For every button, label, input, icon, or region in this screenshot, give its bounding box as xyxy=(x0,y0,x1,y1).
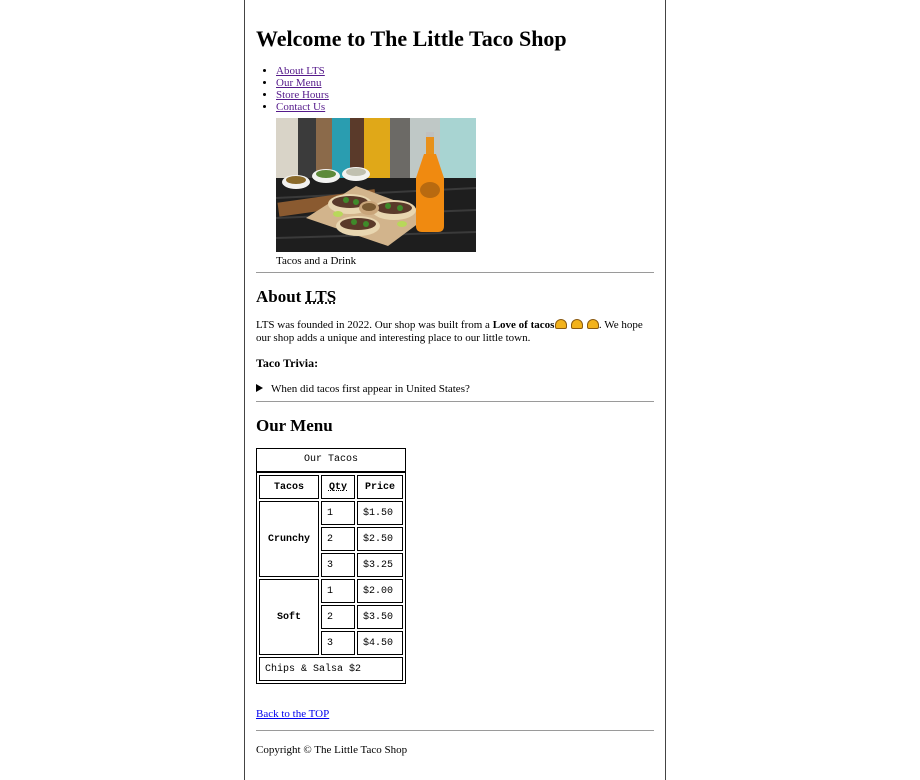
hero-figure: Tacos and a Drink xyxy=(276,118,654,268)
nav-link-hours[interactable]: Store Hours xyxy=(276,89,329,101)
about-paragraph: LTS was founded in 2022. Our shop was bu… xyxy=(256,319,654,345)
taco-icon xyxy=(555,319,568,329)
price-cell: $3.50 xyxy=(357,605,403,629)
menu-heading: Our Menu xyxy=(256,416,333,435)
price-cell: $1.50 xyxy=(357,501,403,525)
qty-cell: 3 xyxy=(321,631,355,655)
column-header-tacos: Tacos xyxy=(259,475,319,499)
nav-item-menu: Our Menu xyxy=(276,77,654,89)
qty-abbr: Qty xyxy=(328,481,347,493)
copyright-text: Copyright © The Little Taco Shop xyxy=(256,744,408,756)
taco-icon xyxy=(571,319,584,329)
table-row: Crunchy 1 $1.50 xyxy=(259,501,403,577)
trivia-heading: Taco Trivia: xyxy=(256,356,319,370)
column-header-qty: Qty xyxy=(321,475,355,499)
divider xyxy=(256,401,654,402)
price-cell: $2.00 xyxy=(357,579,403,603)
price-cell: $2.50 xyxy=(357,527,403,551)
nav-item-contact: Contact Us xyxy=(276,101,654,113)
nav-link-contact[interactable]: Contact Us xyxy=(276,101,325,113)
divider xyxy=(256,730,654,731)
qty-cell: 2 xyxy=(321,605,355,629)
chips-salsa-cell: Chips & Salsa $2 xyxy=(259,657,403,681)
qty-cell: 3 xyxy=(321,553,355,577)
price-cell: $3.25 xyxy=(357,553,403,577)
price-cell: $4.50 xyxy=(357,631,403,655)
photo-caption: Tacos and a Drink xyxy=(276,255,357,267)
table-row: Soft 1 $2.00 xyxy=(259,579,403,655)
menu-table-caption: Our Tacos xyxy=(256,448,406,472)
qty-cell: 1 xyxy=(321,579,355,603)
about-text-bold: Love of tacos xyxy=(492,319,555,331)
nav-item-about: About LTS xyxy=(276,65,654,77)
about-heading: About LTS xyxy=(256,287,654,307)
table-header-row: Tacos Qty Price xyxy=(259,475,403,499)
qty-cell: 1 xyxy=(321,501,355,525)
trivia-question: When did tacos first appear in United St… xyxy=(271,383,470,395)
nav-link-about[interactable]: About LTS xyxy=(276,65,325,77)
page-title: Welcome to The Little Taco Shop xyxy=(256,26,567,51)
triangle-right-icon xyxy=(256,384,263,392)
row-header-soft: Soft xyxy=(259,579,319,655)
column-header-price: Price xyxy=(357,475,403,499)
menu-table: Our Tacos Tacos Qty Price Crunchy 1 $1.5… xyxy=(256,448,406,684)
nav-list: About LTS Our Menu Store Hours Contact U… xyxy=(256,65,654,113)
qty-cell: 2 xyxy=(321,527,355,551)
about-text-before: LTS was founded in 2022. Our shop was bu… xyxy=(256,319,493,331)
divider xyxy=(256,272,654,273)
taco-icon xyxy=(586,319,599,329)
back-to-top-link[interactable]: Back to the TOP xyxy=(256,708,329,720)
page-container: Welcome to The Little Taco Shop About LT… xyxy=(244,0,666,780)
about-heading-abbr: LTS xyxy=(305,287,337,306)
about-heading-prefix: About xyxy=(256,287,306,306)
nav-item-hours: Store Hours xyxy=(276,89,654,101)
table-footer-row: Chips & Salsa $2 xyxy=(259,657,403,681)
row-header-crunchy: Crunchy xyxy=(259,501,319,577)
trivia-details-summary[interactable]: When did tacos first appear in United St… xyxy=(256,383,654,396)
nav-link-menu[interactable]: Our Menu xyxy=(276,77,322,89)
tacos-photo xyxy=(276,118,476,252)
